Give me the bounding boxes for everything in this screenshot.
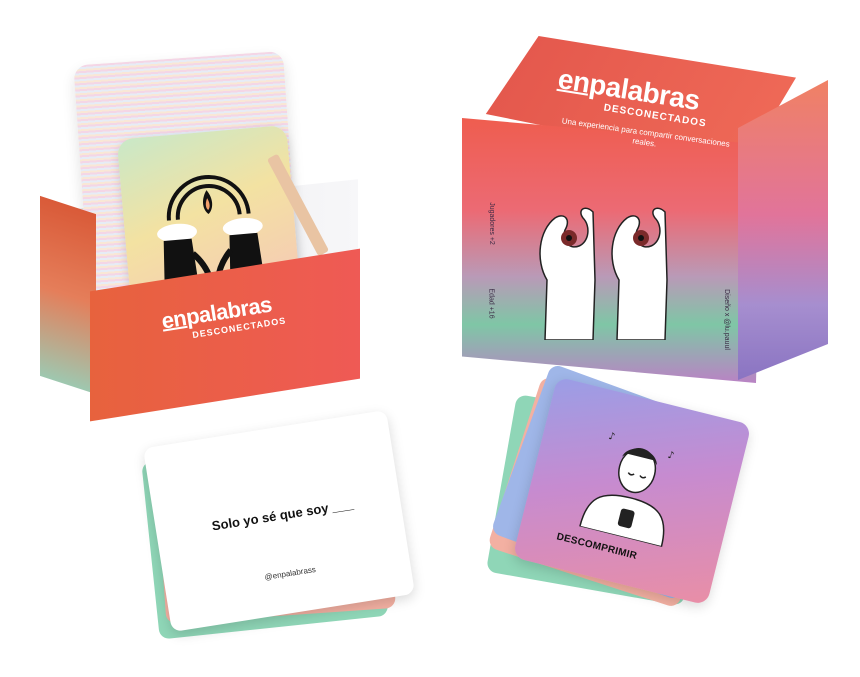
closed-box-side — [738, 80, 828, 380]
box-side-panel — [40, 195, 96, 395]
logo-en: en — [555, 63, 593, 99]
card-handle: @enpalabrass — [263, 564, 317, 582]
logo-en: en — [159, 305, 188, 334]
design-credit: Diseño x @lu.pauul — [722, 289, 730, 350]
age-label: Edad +16 — [487, 288, 495, 319]
question-card: Solo yo sé que soy ___ @enpalabrass — [142, 409, 416, 633]
ok-hands-illustration-icon — [525, 190, 685, 341]
svg-text:♪: ♪ — [607, 431, 616, 443]
open-game-box: enpalabras DESCONECTADOS — [0, 0, 430, 422]
players-label: Jugadores +2 — [487, 202, 495, 245]
svg-text:♪: ♪ — [666, 450, 675, 462]
question-text: Solo yo sé que soy ___ — [210, 496, 355, 534]
relaxed-person-illustration-icon: ♪ ♪ — [578, 431, 675, 548]
